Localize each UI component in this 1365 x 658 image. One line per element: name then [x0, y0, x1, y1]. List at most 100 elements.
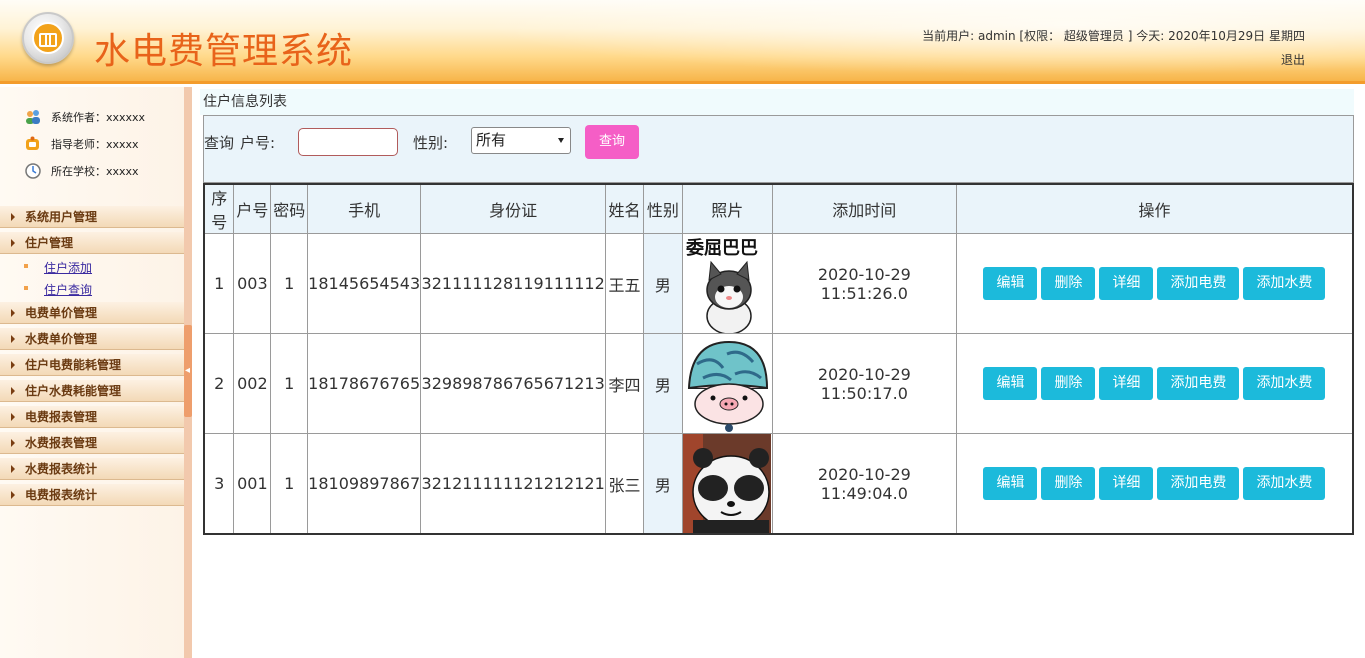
- menu-water-price[interactable]: 水费单价管理: [0, 328, 184, 350]
- house-no-label: 户号:: [240, 134, 276, 152]
- table-row: 2 002 1 18178676765 329898786765671213 李…: [203, 333, 1354, 434]
- add-electric-fee-button[interactable]: 添加电费: [1157, 367, 1240, 400]
- menu-water-statistics[interactable]: 水费报表统计: [0, 458, 184, 480]
- column-header-password: 密码: [270, 183, 309, 234]
- menu-system-users[interactable]: 系统用户管理: [0, 206, 184, 228]
- logout-link[interactable]: 退出: [1281, 51, 1305, 68]
- menu-water-report[interactable]: 水费报表管理: [0, 432, 184, 454]
- query-button[interactable]: 查询: [585, 125, 639, 159]
- menu-electric-consumption[interactable]: 住户电费能耗管理: [0, 354, 184, 376]
- cell-house-no: 002: [233, 333, 272, 434]
- cell-gender: 男: [642, 233, 683, 334]
- menu-resident-management[interactable]: 住户管理: [0, 232, 184, 254]
- column-header-house-no: 户号: [233, 183, 272, 234]
- menu-electric-report[interactable]: 电费报表管理: [0, 406, 184, 428]
- cell-phone: 18145654543: [307, 233, 422, 334]
- table-row: 3 001 1 18109897867 321211111121212121 张…: [203, 433, 1354, 535]
- teacher-icon: [24, 136, 42, 152]
- delete-button[interactable]: 删除: [1041, 367, 1096, 400]
- cell-phone: 18109897867: [307, 433, 422, 535]
- column-header-actions: 操作: [955, 183, 1354, 234]
- school-info: 所在学校：xxxxx: [24, 162, 139, 180]
- cell-photo: [681, 333, 773, 434]
- pig-helmet-sticker-image: [683, 334, 772, 433]
- cat-sticker-image: 委屈巴巴: [683, 234, 772, 333]
- menu-water-consumption[interactable]: 住户水费耗能管理: [0, 380, 184, 402]
- users-icon: [24, 109, 42, 125]
- column-header-id-card: 身份证: [420, 183, 607, 234]
- menu-resident-add[interactable]: 住户添加: [23, 259, 92, 276]
- sticker-caption: 委屈巴巴: [685, 238, 758, 259]
- cell-actions: 编辑 删除 详细 添加电费 添加水费: [955, 333, 1354, 434]
- cell-added-time: 2020-10-29 11:50:17.0: [771, 333, 957, 434]
- sidebar-splitter[interactable]: ◂: [184, 87, 192, 658]
- cell-password: 1: [270, 233, 309, 334]
- gender-label: 性别:: [413, 134, 449, 152]
- column-header-added-time: 添加时间: [771, 183, 957, 234]
- query-label: 查询: [204, 134, 235, 152]
- add-water-fee-button[interactable]: 添加水费: [1243, 467, 1326, 500]
- panel-title: 住户信息列表: [200, 89, 1354, 115]
- collapse-handle[interactable]: ◂: [184, 325, 192, 417]
- menu-resident-query[interactable]: 住户查询: [23, 281, 92, 298]
- detail-button[interactable]: 详细: [1099, 467, 1154, 500]
- column-header-index: 序号: [203, 183, 235, 234]
- search-bar: 查询 户号: 性别: 所有 查询: [203, 115, 1354, 183]
- delete-button[interactable]: 删除: [1041, 267, 1096, 300]
- table-row: 1 003 1 18145654543 321111128119111112 王…: [203, 233, 1354, 334]
- cell-id-card: 321211111121212121: [420, 433, 607, 535]
- cell-name: 李四: [605, 333, 644, 434]
- gender-select[interactable]: 所有: [471, 127, 571, 154]
- add-electric-fee-button[interactable]: 添加电费: [1157, 467, 1240, 500]
- collapse-arrow-icon: ◂: [185, 365, 191, 376]
- cell-id-card: 321111128119111112: [420, 233, 607, 334]
- cell-added-time: 2020-10-29 11:51:26.0: [771, 233, 957, 334]
- delete-button[interactable]: 删除: [1041, 467, 1096, 500]
- resident-table: 序号 户号 密码 手机 身份证 姓名 性别 照片 添加时间 操作 1 003 1…: [203, 183, 1354, 535]
- add-water-fee-button[interactable]: 添加水费: [1243, 267, 1326, 300]
- edit-button[interactable]: 编辑: [983, 467, 1038, 500]
- app-title: 水电费管理系统: [94, 31, 354, 72]
- cell-password: 1: [270, 433, 309, 535]
- detail-button[interactable]: 详细: [1099, 367, 1154, 400]
- cell-house-no: 003: [233, 233, 272, 334]
- add-electric-fee-button[interactable]: 添加电费: [1157, 267, 1240, 300]
- panda-sticker-image: [683, 434, 772, 533]
- column-header-photo: 照片: [681, 183, 773, 234]
- edit-button[interactable]: 编辑: [983, 367, 1038, 400]
- sidebar: 系统作者：xxxxxx 指导老师：xxxxx 所在学校：xxxxx 系统用户管理…: [0, 87, 184, 658]
- cell-actions: 编辑 删除 详细 添加电费 添加水费: [955, 433, 1354, 535]
- main-content: 住户信息列表 查询 户号: 性别: 所有 查询 序号 户号 密码 手机 身份证 …: [192, 87, 1365, 658]
- gender-selected-value: 所有: [476, 131, 507, 149]
- teacher-text: 指导老师：xxxxx: [51, 138, 139, 151]
- app-header: 水电费管理系统 当前用户: admin [权限： 超级管理员 ] 今天: 202…: [0, 0, 1365, 84]
- menu-electric-statistics[interactable]: 电费报表统计: [0, 484, 184, 506]
- app-logo-icon: [22, 12, 74, 64]
- add-water-fee-button[interactable]: 添加水费: [1243, 367, 1326, 400]
- table-header-row: 序号 户号 密码 手机 身份证 姓名 性别 照片 添加时间 操作: [203, 183, 1354, 234]
- cell-index: 1: [203, 233, 235, 334]
- menu-electric-price[interactable]: 电费单价管理: [0, 302, 184, 324]
- cell-gender: 男: [642, 433, 683, 535]
- cell-id-card: 329898786765671213: [420, 333, 607, 434]
- cell-gender: 男: [642, 333, 683, 434]
- dropdown-arrow-icon: [558, 138, 564, 143]
- detail-button[interactable]: 详细: [1099, 267, 1154, 300]
- cell-name: 张三: [605, 433, 644, 535]
- column-header-gender: 性别: [642, 183, 683, 234]
- cell-photo: 委屈巴巴: [681, 233, 773, 334]
- column-header-name: 姓名: [605, 183, 644, 234]
- school-icon: [24, 163, 42, 179]
- cell-added-time: 2020-10-29 11:49:04.0: [771, 433, 957, 535]
- cell-password: 1: [270, 333, 309, 434]
- cell-index: 3: [203, 433, 235, 535]
- cell-name: 王五: [605, 233, 644, 334]
- cell-phone: 18178676765: [307, 333, 422, 434]
- school-text: 所在学校：xxxxx: [51, 165, 139, 178]
- column-header-phone: 手机: [307, 183, 422, 234]
- author-text: 系统作者：xxxxxx: [51, 111, 146, 124]
- house-no-input[interactable]: [298, 128, 398, 156]
- edit-button[interactable]: 编辑: [983, 267, 1038, 300]
- cell-house-no: 001: [233, 433, 272, 535]
- cell-actions: 编辑 删除 详细 添加电费 添加水费: [955, 233, 1354, 334]
